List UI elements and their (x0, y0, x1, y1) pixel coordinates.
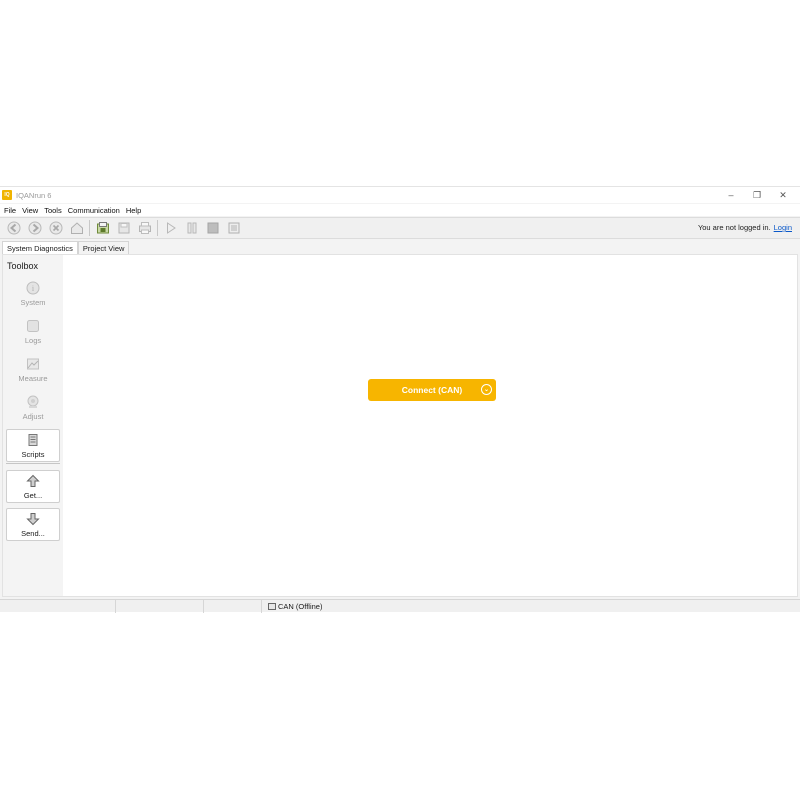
chevron-down-icon[interactable]: ⌄ (481, 384, 492, 395)
print-icon (138, 222, 151, 234)
back-icon (7, 221, 20, 235)
status-cell (116, 599, 204, 613)
tool-label: System (20, 297, 46, 307)
tool-logs[interactable]: Logs (6, 315, 60, 348)
pause-icon (187, 222, 196, 234)
home-icon (70, 222, 83, 234)
tool-label: Scripts (21, 449, 45, 459)
snapshot-button[interactable] (224, 219, 243, 237)
toolbar-separator (89, 220, 90, 236)
tool-label: Adjust (22, 411, 44, 421)
tool-measure[interactable]: Measure (6, 353, 60, 386)
tool-get[interactable]: Get... (6, 470, 60, 503)
toolbox-separator (6, 463, 60, 464)
open-project-icon (96, 222, 109, 234)
stop-icon (49, 221, 62, 235)
maximize-button[interactable]: ❐ (744, 190, 770, 201)
open-project-button[interactable] (93, 219, 112, 237)
minimize-button[interactable]: – (718, 190, 744, 200)
status-cell (0, 599, 116, 613)
upload-icon (26, 474, 40, 488)
save-icon (118, 222, 129, 234)
connection-status: CAN (Offline) (268, 602, 322, 611)
tool-scripts[interactable]: Scripts (6, 429, 60, 462)
play-button[interactable] (161, 219, 180, 237)
tab-system-diagnostics[interactable]: System Diagnostics (2, 241, 78, 254)
adjust-icon (26, 395, 40, 409)
record-button[interactable] (203, 219, 222, 237)
status-cell (204, 599, 262, 613)
connect-can-button[interactable]: Connect (CAN) ⌄ (368, 379, 496, 401)
tab-bar: System Diagnostics Project View (0, 240, 800, 254)
login-area: You are not logged in. Login (698, 223, 792, 232)
tab-project-view[interactable]: Project View (77, 241, 130, 254)
main-content: Toolbox i System Logs Measure Adjust Scr… (2, 254, 798, 597)
forward-button[interactable] (25, 219, 44, 237)
window-title: IQANrun 6 (16, 190, 52, 200)
menu-view[interactable]: View (22, 206, 38, 215)
menu-tools[interactable]: Tools (44, 206, 62, 215)
tool-label: Send... (21, 528, 45, 538)
app-logo-icon: IQ (2, 190, 12, 200)
tool-label: Logs (24, 335, 42, 345)
forward-icon (28, 221, 41, 235)
menu-file[interactable]: File (4, 206, 16, 215)
tool-send[interactable]: Send... (6, 508, 60, 541)
stop-button[interactable] (46, 219, 65, 237)
tool-label: Measure (18, 373, 48, 383)
connection-status-label: CAN (Offline) (278, 601, 323, 611)
pause-button[interactable] (182, 219, 201, 237)
toolbox-panel: Toolbox i System Logs Measure Adjust Scr… (3, 255, 63, 596)
tool-label: Get... (23, 490, 43, 500)
login-status: You are not logged in. (697, 223, 771, 232)
snapshot-icon (228, 222, 239, 234)
scripts-icon (26, 433, 40, 447)
toolbar: You are not logged in. Login (0, 217, 800, 239)
connect-label: Connect (CAN) (401, 385, 463, 395)
toolbox-title: Toolbox (7, 261, 39, 271)
logs-icon (26, 319, 40, 333)
save-button[interactable] (114, 219, 133, 237)
tool-system[interactable]: i System (6, 277, 60, 310)
home-button[interactable] (67, 219, 86, 237)
measure-icon (26, 357, 40, 371)
login-link[interactable]: Login (774, 223, 792, 232)
app-window: IQ IQANrun 6 – ❐ ✕ File View Tools Commu… (0, 186, 800, 613)
record-icon (207, 222, 218, 234)
tool-adjust[interactable]: Adjust (6, 391, 60, 424)
can-status-icon (268, 602, 276, 610)
play-icon (166, 222, 176, 234)
toolbar-separator (157, 220, 158, 236)
menu-communication[interactable]: Communication (68, 206, 120, 215)
back-button[interactable] (4, 219, 23, 237)
window-controls: – ❐ ✕ (718, 187, 796, 203)
print-button[interactable] (135, 219, 154, 237)
download-icon (26, 512, 40, 526)
title-bar: IQ IQANrun 6 – ❐ ✕ (0, 187, 800, 203)
menu-help[interactable]: Help (126, 206, 141, 215)
menu-bar: File View Tools Communication Help (0, 204, 800, 216)
info-icon: i (26, 281, 40, 295)
status-bar: CAN (Offline) (0, 599, 800, 613)
close-button[interactable]: ✕ (770, 190, 796, 201)
